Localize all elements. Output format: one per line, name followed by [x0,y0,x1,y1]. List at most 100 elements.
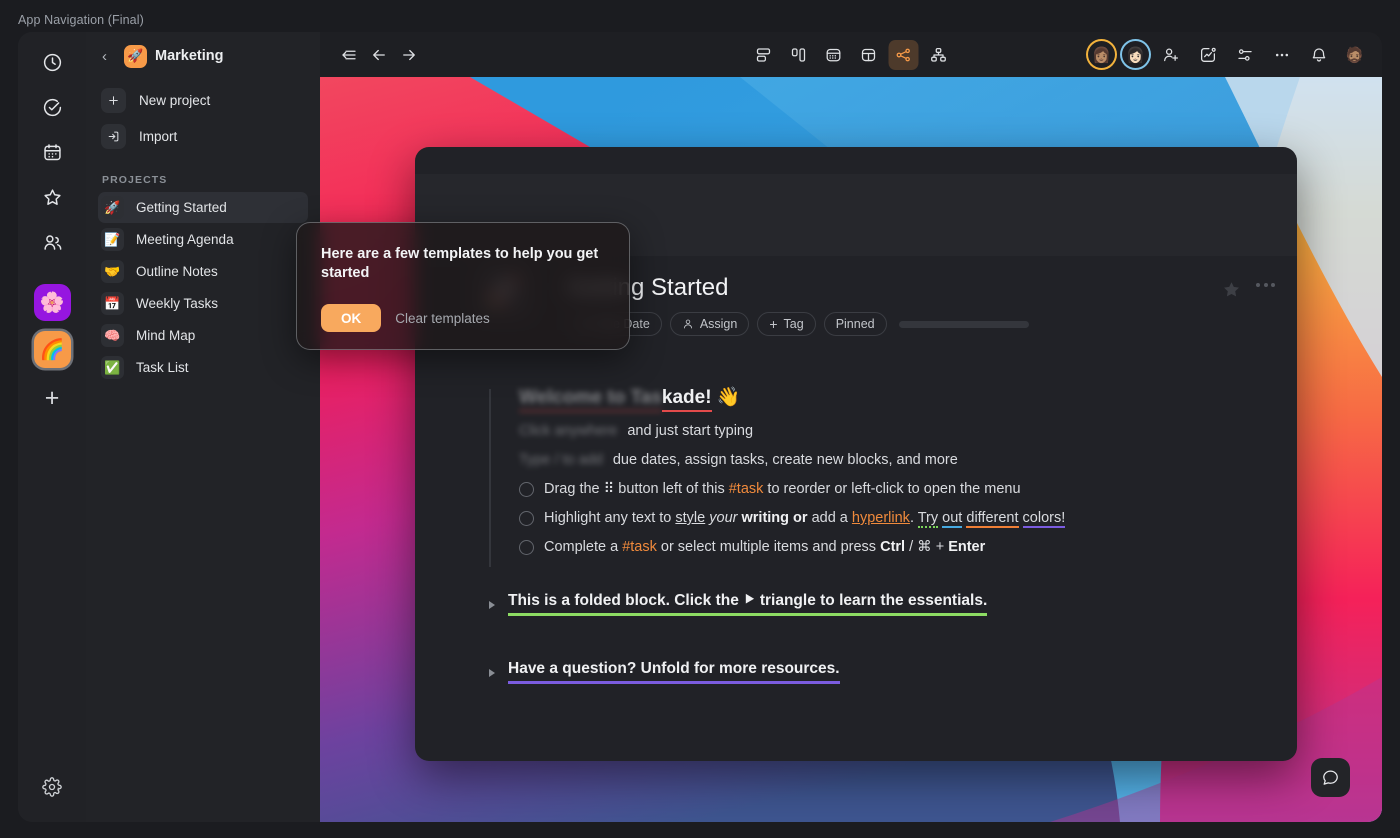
table-view-icon[interactable] [854,40,884,70]
project-label: Meeting Agenda [136,232,234,247]
task-checkbox[interactable] [519,539,534,555]
text-span: your [709,510,738,526]
assign-label: Assign [699,317,738,331]
workspace-emoji: 🚀 [124,44,147,68]
task-complete[interactable]: Complete a #task or select multiple item… [519,533,1235,562]
task-checkbox[interactable] [519,481,534,497]
doc-line-slash: Type / to add due dates, assign tasks, c… [519,446,1235,475]
workspace-rainbow[interactable]: 🌈 [33,331,71,368]
calendar-view-icon[interactable] [819,40,849,70]
text-span: #task [728,481,764,497]
workspace-flower[interactable]: 🌸 [33,284,71,321]
tag-label: Tag [783,317,804,331]
avatar-face: 👩🏻 [1126,46,1145,64]
new-project-button[interactable]: New project [98,84,308,116]
bell-notification-icon[interactable] [1304,40,1334,70]
text-span: Enter [948,539,986,555]
add-workspace-button[interactable]: + [32,378,72,418]
line-visible-part: due dates, assign tasks, create new bloc… [612,452,958,468]
sidebar-item-outline-notes[interactable]: 🤝 Outline Notes [98,256,308,287]
mindmap-view-icon[interactable] [888,39,919,70]
document-heading: Welcome to Taskade! 👋 [519,385,740,412]
avatar-member-2[interactable]: 👩🏻 [1122,41,1149,68]
avatar-current-user[interactable]: 🧔🏽 [1341,41,1368,68]
pinned-chip[interactable]: Pinned [823,312,887,336]
folded-block-essentials[interactable]: This is a folded block. Click the ⯈ tria… [489,592,1235,616]
text-span: or select multiple items and press [656,539,881,555]
org-chart-view-icon[interactable] [924,40,954,70]
rail-bottom [18,777,86,802]
popover-actions: OK Clear templates [321,304,605,332]
project-label: Outline Notes [136,264,218,279]
progress-bar [898,320,1029,328]
folded-block-label: This is a folded block. Click the ⯈ tria… [508,592,988,616]
list-view-icon[interactable] [749,40,779,70]
back-arrow-icon[interactable] [364,40,394,70]
ok-button[interactable]: OK [321,304,382,332]
task-text: Complete a #task or select multiple item… [544,533,985,562]
sidebar-item-mind-map[interactable]: 🧠 Mind Map [98,320,308,351]
avatar-member-1[interactable]: 👩🏽 [1088,41,1115,68]
sidebar-item-task-list[interactable]: ✅ Task List [98,352,308,383]
document-body: Welcome to Taskade! 👋 Click anywhere and… [475,385,1235,684]
avatar-face: 🧔🏽 [1345,46,1364,64]
folded-block-resources[interactable]: Have a question? Unfold for more resourc… [489,660,1235,684]
text-span: . [909,510,918,526]
text-span [1019,510,1023,526]
folded-block-label: Have a question? Unfold for more resourc… [508,660,840,684]
project-label: Getting Started [136,200,227,215]
text-span[interactable]: hyperlink [852,510,910,526]
project-sidebar: ‹ 🚀 Marketing New project Import PROJECT… [86,32,320,822]
text-span: Ctrl [880,539,906,555]
checkmark-box-icon: ✅ [101,356,124,379]
sidebar-item-getting-started[interactable]: 🚀 Getting Started [98,192,308,223]
assign-chip[interactable]: Assign [669,312,750,336]
view-switcher [749,39,954,70]
text-span: different [966,510,1019,528]
activity-chart-icon[interactable] [1193,40,1223,70]
popover-title: Here are a few templates to help you get… [321,246,599,281]
fold-triangle-icon[interactable] [489,601,495,609]
gear-icon[interactable] [42,777,62,802]
import-button[interactable]: Import [98,120,308,152]
fold-triangle-icon[interactable] [489,669,495,677]
import-icon [101,123,126,149]
people-icon[interactable] [32,222,72,262]
app-window: App Navigation (Final) 🌸 🌈 + ‹ 🚀 Marketi… [0,0,1400,838]
text-span: writing or [741,510,808,526]
more-options-icon[interactable] [1267,40,1297,70]
clear-templates-link[interactable]: Clear templates [395,311,490,326]
clock-icon[interactable] [32,42,72,82]
toolbar-right: 👩🏽 👩🏻 🧔🏽 [1088,40,1368,70]
sidebar-item-meeting-agenda[interactable]: 📝 Meeting Agenda [98,224,308,255]
back-chevron-icon[interactable]: ‹ [102,48,116,65]
star-filled-icon[interactable] [1222,280,1241,304]
more-dots-icon[interactable] [1256,283,1275,287]
import-label: Import [139,128,178,144]
new-project-label: New project [139,92,211,108]
add-person-icon[interactable] [1156,40,1186,70]
brain-icon: 🧠 [101,324,124,347]
text-span: + [931,539,949,555]
chat-bubble-icon[interactable] [1311,758,1350,797]
tag-chip[interactable]: + Tag [757,312,816,336]
collapse-sidebar-icon[interactable] [334,40,364,70]
text-span: style [675,510,706,526]
task-drag[interactable]: Drag the ⠿ button left of this #task to … [519,475,1235,504]
templates-popover: Here are a few templates to help you get… [296,222,630,350]
task-highlight[interactable]: Highlight any text to style your writing… [519,504,1235,533]
avatar-face: 👩🏽 [1092,46,1111,64]
check-circle-icon[interactable] [32,87,72,127]
pinned-label: Pinned [835,317,875,331]
board-view-icon[interactable] [784,40,814,70]
sidebar-item-weekly-tasks[interactable]: 📅 Weekly Tasks [98,288,308,319]
task-checkbox[interactable] [519,510,534,526]
app-shell: 🌸 🌈 + ‹ 🚀 Marketing New project Import P… [18,32,1382,822]
wallpaper: 🚀 Getting Started Due Date Assign [320,77,1382,822]
calendar-icon[interactable] [32,132,72,172]
filter-settings-icon[interactable] [1230,40,1260,70]
sidebar-workspace-header: ‹ 🚀 Marketing [98,32,308,80]
forward-arrow-icon[interactable] [394,40,424,70]
star-icon[interactable] [32,177,72,217]
line-visible-part: and just start typing [627,423,754,439]
